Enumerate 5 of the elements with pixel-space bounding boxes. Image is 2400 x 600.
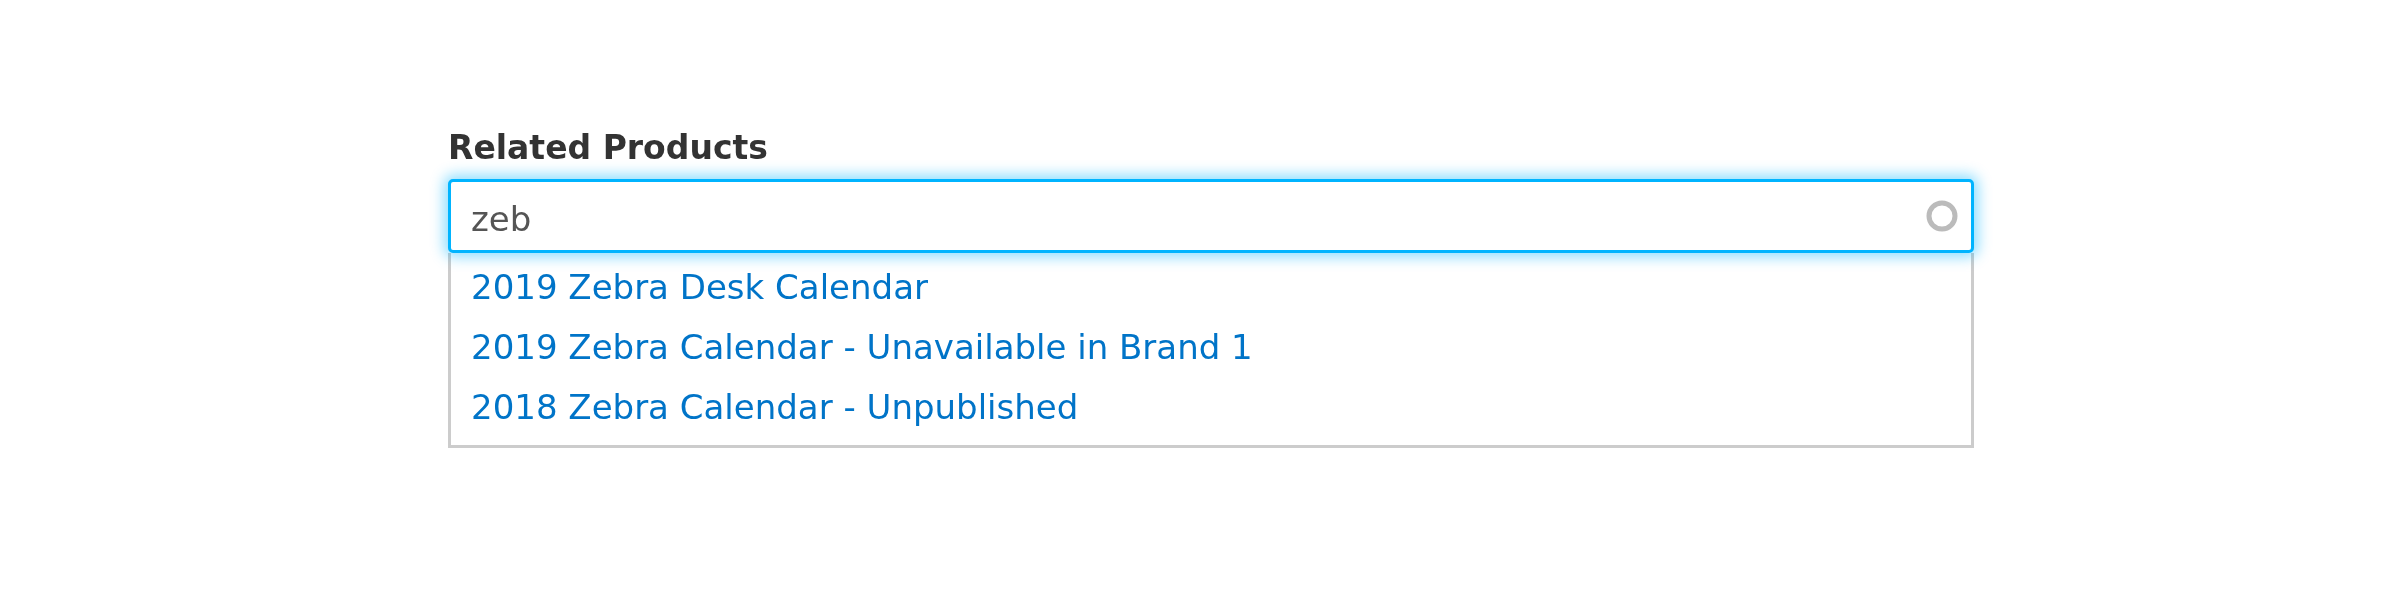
field-label: Related Products — [448, 128, 768, 167]
suggestion-item[interactable]: 2019 Zebra Desk Calendar — [451, 257, 948, 317]
suggestion-item[interactable]: 2018 Zebra Calendar - Unpublished — [451, 377, 1099, 437]
search-field[interactable]: zeb — [448, 179, 1974, 253]
suggestion-item[interactable]: 2019 Zebra Calendar - Unavailable in Brand 1 — [451, 317, 1273, 377]
